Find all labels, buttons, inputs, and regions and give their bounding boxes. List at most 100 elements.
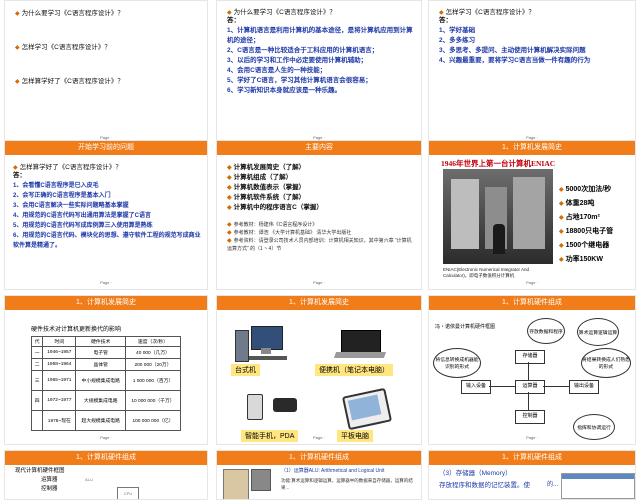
table-cell: 三 [30,370,44,391]
table-cell: 1946~1957 [42,346,77,359]
spec-item: 功率150KW [565,256,603,263]
slide-title: （3）存储器（Memory） [439,470,512,477]
answer-line: 4、用规范的C语言代码写出通用算法是掌握了C语言 [13,213,152,219]
contents-item: 计算机软件系统（了解） [233,194,306,201]
slide-question: 为什么要学习《C语言程序设计》？ [233,9,336,16]
spec-item: 1500个继电器 [565,242,610,249]
diamond-bullet-icon: ◆ [559,243,564,249]
spec-item: 占地170m² [565,214,600,221]
table-row: 1978~现在 超大规模集成电路 100 000 000（亿） [30,410,182,431]
image-caption: 平板电脑 [337,430,373,442]
slide-1[interactable]: ◆ 为什么要学习《C语言程序设计》？ ◆ 怎样学习《C语言程序设计》？ ◆ 怎样算学好… [4,0,208,145]
contents-item: 计算机组成（了解） [233,174,293,181]
table-cell: 电子管 [75,346,126,359]
slide-header: 1、计算机硬件组成 [429,451,635,465]
memory-table-thumbnail [561,473,635,499]
table-cell: 1 000 000（百万） [124,370,182,391]
table-cell: 中小规模集成电路 [75,370,126,391]
answer-line: 1、计算机语言是利用计算机的基本途径，是将计算机应用到计算机的途径； [227,27,413,44]
diamond-bullet-icon: ◆ [227,238,232,244]
slide-11[interactable]: 1、计算机硬件组成 （1）运算器ALU: Arithmetical and Lo… [216,450,422,500]
eniac-caption: ENIAC(Electronic Numerical Integrator An… [443,267,530,278]
table-cell: 1958~1964 [42,358,77,371]
table-cell: 200 000（20万） [124,358,182,371]
slide-header: 主要内容 [217,141,421,155]
table-header-cell: 速度（次/秒） [124,336,182,347]
table-cell: 10 000 000（千万） [124,390,182,411]
answer-label: 答： [439,17,452,24]
laptop-icon [333,330,387,360]
table-cell: 四 [30,390,44,411]
diamond-bullet-icon: ◆ [15,45,20,51]
slide-5[interactable]: 主要内容 ◆ 计算机发展简史（了解） ◆ 计算机组成（了解） ◆ 计算机数值表示（掌握… [216,140,422,290]
answer-line: 4、会用C语言是人生的一种技能； [227,67,327,74]
slide-subtitle: 硬件技术对计算机更新换代的影响 [31,327,122,333]
slide-2[interactable]: ◆ 为什么要学习《C语言程序设计》？ 答： 1、计算机语言是利用计算机的基本途径，… [216,0,422,145]
flow-arrow [528,392,529,410]
slide-10[interactable]: 1、计算机硬件组成 现代计算机硬件框图 运算器 控制器 ALU CPU [4,450,208,500]
slide-12[interactable]: 1、计算机硬件组成 （3）存储器（Memory） 存放程序和数据的记忆装置。使 … [428,450,636,500]
diamond-bullet-icon: ◆ [15,79,20,85]
eniac-photo [443,169,553,264]
reference-line: 参考教材：谭浩 《大学计算机基础》 清华大学出版社 [233,230,352,236]
table-row: 二 1958~1964 晶体管 200 000（20万） [30,358,182,371]
answer-label: 答： [13,172,26,179]
spec-item: 5000次加法/秒 [565,186,612,193]
spec-item: 18800只电子管 [565,228,614,235]
slide-header: 1、计算机发展简史 [429,141,635,155]
reference-line: 参考教材：杨建伟《C语言程序设计》 [233,222,318,228]
slide-header: 1、计算机硬件组成 [217,451,421,465]
answer-line: 1、会看懂C语言程序是已入皮毛 [13,183,99,189]
diamond-bullet-icon: ◆ [559,187,564,193]
slide-6[interactable]: 1、计算机发展简史 1946年世界上第一台计算机ENIAC ◆ 5000次加法/秒… [428,140,636,290]
table-row: 一 1946~1957 电子管 40 000（几万） [30,346,182,359]
diamond-bullet-icon: ◆ [227,185,232,191]
diamond-bullet-icon: ◆ [227,222,232,228]
table-cell: 1965~1971 [42,370,77,391]
slide-8[interactable]: 1、计算机发展简史 台式机 便携机（笔记本电脑） 智能手机，PDA 平板电脑 P… [216,295,422,445]
question-1: 为什么要学习《C语言程序设计》？ [21,10,124,17]
generation-table: 代 时间 硬件技术 速度（次/秒） 一 1946~1957 电子管 40 000… [30,336,182,431]
answer-line: 3、以后的学习和工作中必定要使用计算机辅助； [227,57,368,64]
slide-9[interactable]: 1、计算机硬件组成 冯・诺依曼计算机硬件框图 存储器 输入设备 运算器 输出设备… [428,295,636,445]
page-number: Page · [100,280,112,285]
answer-line: 2、会写正确的C语言程序是基本入门 [13,193,111,199]
answer-line: 3、多思考、多提问、主动使用计算机解决实际问题 [439,47,586,54]
question-2: 怎样学习《C语言程序设计》？ [21,44,111,51]
alu-label: ALU [85,477,93,482]
answer-line: 6、用规范的C语言代码、模块化的思想、遵守软件工程的规范写成商业软件算是精通了。 [13,233,201,249]
page-number: Page · [526,435,538,440]
flow-arrow [528,362,529,380]
slide-7[interactable]: 1、计算机发展简史 硬件技术对计算机更新换代的影响 代 时间 硬件技术 速度（次… [4,295,208,445]
answer-line: 2、多多练习 [439,37,476,44]
table-header-row: 代 时间 硬件技术 速度（次/秒） [30,336,182,347]
contents-item: 计算机中的程序语言C（掌握） [233,204,323,211]
diamond-bullet-icon: ◆ [15,11,20,17]
table-cell: 大规模集成电路 [75,390,126,411]
table-cell: 1972~1977 [42,390,77,411]
slide-header: 1、计算机发展简史 [217,296,421,310]
input-device-node: 输入设备 [461,380,491,394]
controller-note: 指挥和协调运行 [573,414,615,440]
diamond-bullet-icon: ◆ [227,175,232,181]
slide-header: 1、计算机硬件组成 [429,296,635,310]
input-note: 将信息转换成机器能识别的形式 [433,348,481,378]
question-list: ◆ 为什么要学习《C语言程序设计》？ ◆ 怎样学习《C语言程序设计》？ ◆ 怎样算学好… [15,7,124,85]
table-cell: 40 000（几万） [124,346,182,359]
chip-photo [223,469,249,499]
phone-icon [247,394,263,420]
tablet-icon [341,387,393,431]
spec-list: ◆ 5000次加法/秒 ◆ 体重28吨 ◆ 占地170m² ◆ 18800只电子管 ◆ 1… [559,183,613,267]
page-number: Page · [313,280,325,285]
slide-question: 怎样学习《C语言程序设计》？ [445,9,535,16]
diamond-bullet-icon: ◆ [227,165,232,171]
chip-photo [251,469,271,491]
table-header-cell: 代 [30,336,44,347]
table-cell: 二 [30,358,44,371]
image-caption: 智能手机，PDA [241,430,299,442]
slide-4[interactable]: 开始学习前的问题 ◆ 怎样算学好了《C语言程序设计》？ 答： 1、会看懂C语言程序… [4,140,208,290]
table-row: 三 1965~1971 中小规模集成电路 1 000 000（百万） [30,370,182,391]
slide-title: 1946年世界上第一台计算机ENIAC [441,159,556,168]
slide-question: 怎样算学好了《C语言程序设计》？ [19,164,122,171]
slide-3[interactable]: ◆ 怎样学习《C语言程序设计》？ 答： 1、学好基础 2、多多练习 3、多思考、多… [428,0,636,145]
